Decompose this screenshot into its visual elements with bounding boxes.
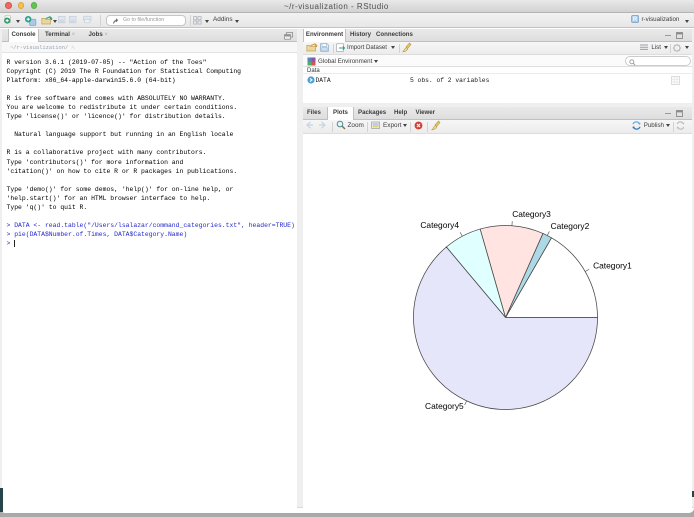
svg-text:Category2: Category2 bbox=[551, 221, 590, 231]
svg-text:Category1: Category1 bbox=[593, 261, 632, 271]
svg-text:R: R bbox=[633, 17, 638, 23]
svg-text:Category5: Category5 bbox=[425, 401, 464, 411]
svg-text:Category3: Category3 bbox=[512, 209, 551, 219]
svg-text:Category4: Category4 bbox=[420, 220, 459, 230]
